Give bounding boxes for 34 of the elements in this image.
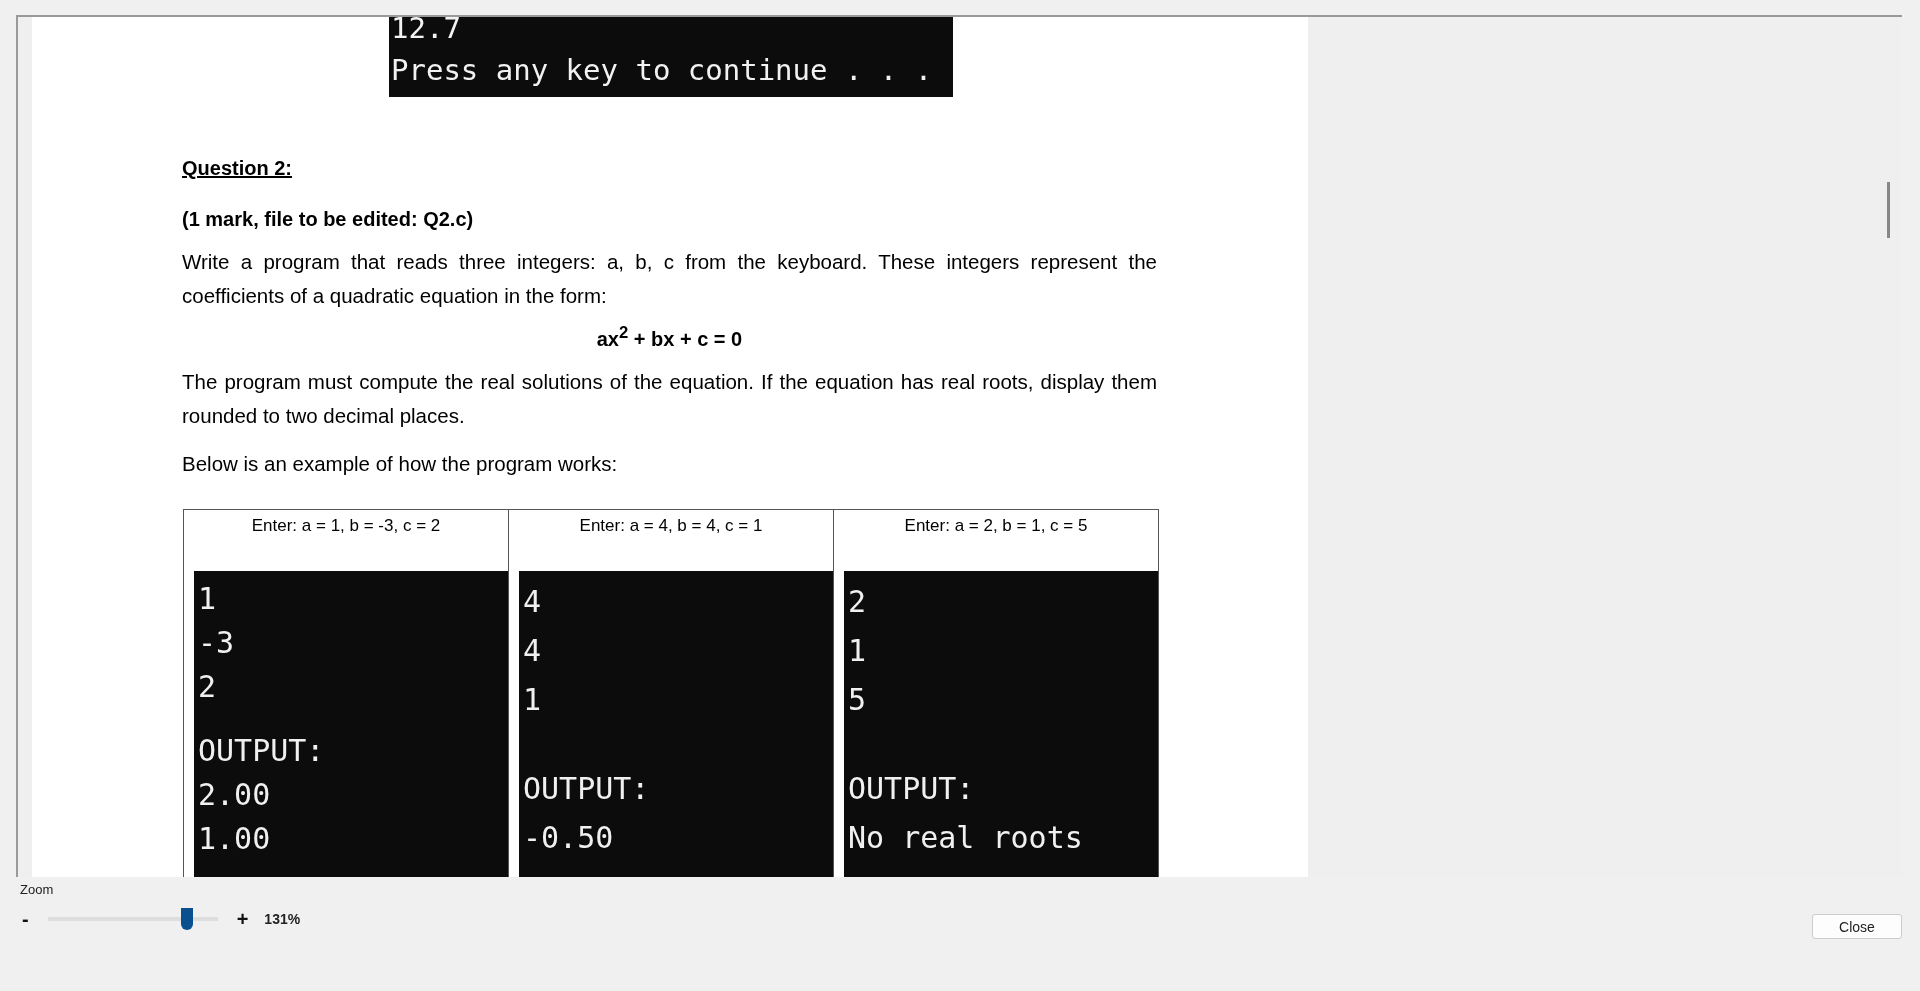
console-line: 1 (523, 680, 543, 719)
zoom-percentage: 131% (264, 911, 301, 927)
console-line: 1 (198, 579, 218, 618)
console-line: 1 (848, 631, 868, 670)
console-line: 5 (848, 680, 868, 719)
equation: ax$^{2}$ + bx + c = 0 (595, 323, 744, 351)
paragraph: The program must compute the real solutions of the equation. If the equation has real roots, display them rounded to two decimal places. (182, 368, 1157, 429)
question-subheading: (1 mark, file to be edited: Q2.c) (182, 208, 475, 232)
paragraph: Write a program that reads three integers: a, b, c from the keyboard. These integers represent the coefficients of a quadratic equation in the form: (182, 249, 1157, 310)
console-line: 2 (198, 667, 218, 706)
console-line: 4 (523, 582, 543, 621)
console-line: OUTPUT: (848, 769, 976, 808)
console-line: -0.50 (523, 818, 615, 857)
console-line: 2.00 (198, 775, 272, 814)
zoom-in-button[interactable]: + (234, 907, 251, 931)
slider-thumb[interactable] (180, 908, 193, 930)
console-line: No real roots (848, 818, 1084, 857)
close-button[interactable]: Close (1812, 914, 1902, 939)
zoom-out-button[interactable]: - (20, 907, 31, 931)
scrollbar-thumb[interactable] (1887, 182, 1890, 238)
zoom-label: Zoom (20, 882, 55, 897)
table-header-text: Enter: a = 1, b = -3, c = 2 (251, 515, 441, 535)
console-line: OUTPUT: (523, 769, 651, 808)
console-line: 12.7 (391, 17, 462, 47)
question-heading: Question 2: (182, 157, 293, 181)
console-line: 2 (848, 582, 868, 621)
paragraph: Below is an example of how the program works: (182, 450, 619, 477)
table-header-text: Enter: a = 4, b = 4, c = 1 (579, 515, 763, 535)
console-line: 4 (523, 631, 543, 670)
console-line: 1.00 (198, 819, 272, 858)
console-line: OUTPUT: (198, 731, 326, 770)
console-line: -3 (198, 623, 236, 662)
table-header-text: Enter: a = 2, b = 1, c = 5 (904, 515, 1088, 535)
console-line: Press any key to continue . . . (391, 52, 934, 90)
